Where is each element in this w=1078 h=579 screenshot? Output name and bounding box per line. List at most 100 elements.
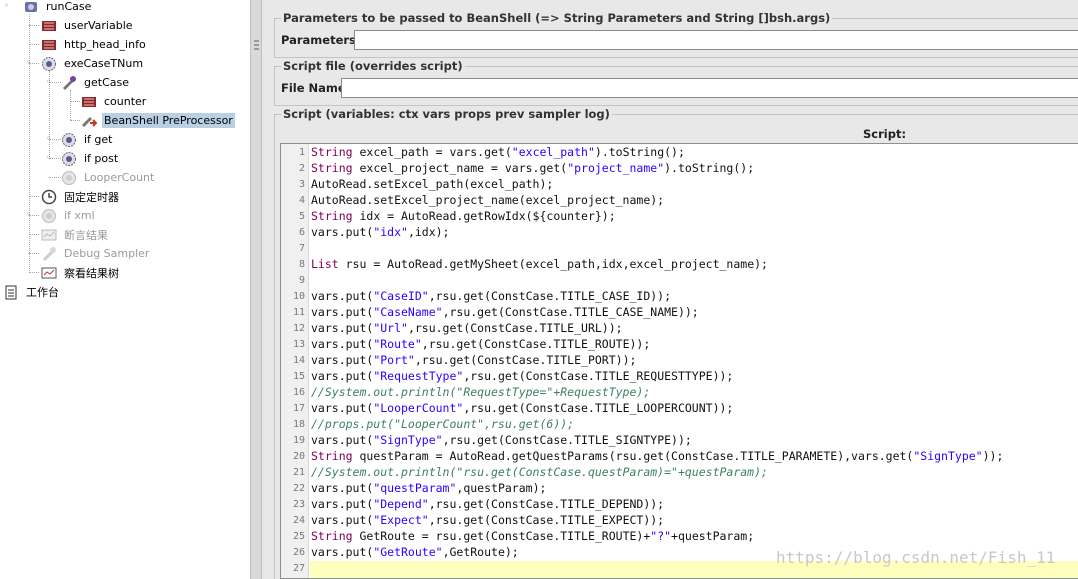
- if-controller-icon: [60, 131, 78, 149]
- line-number: 16: [292, 387, 305, 398]
- code-line[interactable]: vars.put("Route",rsu.get(ConstCase.TITLE…: [311, 337, 650, 351]
- parameters-label: Parameters:: [281, 33, 361, 47]
- collapse-toggle-getcase[interactable]: ◦: [46, 78, 54, 86]
- expand-toggle-if-post[interactable]: ◦: [46, 154, 54, 162]
- tree-node-view-results-tree[interactable]: 察看结果树: [40, 263, 121, 282]
- code-line[interactable]: //System.out.println("rsu.get(ConstCase.…: [311, 465, 768, 479]
- code-line[interactable]: vars.put("CaseID",rsu.get(ConstCase.TITL…: [311, 289, 671, 303]
- tree-node-label: if post: [84, 152, 119, 165]
- config-element-icon: [40, 36, 58, 54]
- tree-node-label: if get: [84, 133, 113, 146]
- line-number: 7: [298, 243, 305, 254]
- sampler-pipette-icon: [60, 74, 78, 92]
- code-line[interactable]: String questParam = AutoRead.getQuestPar…: [311, 449, 1003, 463]
- tree-node-label: counter: [104, 95, 147, 108]
- line-number: 13: [292, 339, 305, 350]
- code-line[interactable]: List rsu = AutoRead.getMySheet(excel_pat…: [311, 257, 768, 271]
- tree-node-http-head-info[interactable]: http_head_info: [40, 35, 148, 54]
- tree-node-if-xml[interactable]: if xml: [40, 206, 97, 225]
- config-element-icon: [80, 93, 98, 111]
- tree-node-beanshell-preprocessor[interactable]: BeanShell PreProcessor: [80, 111, 235, 130]
- tree-node-constant-timer[interactable]: 固定定时器: [40, 187, 121, 206]
- tree-node-label: http_head_info: [64, 38, 146, 51]
- code-line[interactable]: vars.put("Depend",rsu.get(ConstCase.TITL…: [311, 497, 664, 511]
- tree-node-runcase[interactable]: runCase: [22, 0, 93, 16]
- tree-node-counter[interactable]: counter: [80, 92, 148, 111]
- line-number: 4: [298, 195, 305, 206]
- code-line[interactable]: vars.put("GetRoute",GetRoute);: [311, 545, 519, 559]
- tree-node-assertion-results[interactable]: 断言结果: [40, 225, 110, 244]
- code-line[interactable]: vars.put("idx",idx);: [311, 225, 449, 239]
- workbench-clipboard-icon: [2, 283, 20, 301]
- config-element-icon: [40, 17, 58, 35]
- disabled-sampler-icon: [40, 245, 58, 263]
- line-number: 5: [298, 211, 305, 222]
- collapse-toggle-runcase[interactable]: ◦: [4, 2, 12, 10]
- tree-node-label: LooperCount: [84, 171, 155, 184]
- code-line[interactable]: vars.put("LooperCount",rsu.get(ConstCase…: [311, 401, 733, 415]
- tree-node-getcase[interactable]: getCase: [60, 73, 131, 92]
- code-line[interactable]: vars.put("SignType",rsu.get(ConstCase.TI…: [311, 433, 692, 447]
- line-number: 17: [292, 403, 305, 414]
- code-line[interactable]: String GetRoute = rsu.get(ConstCase.TITL…: [311, 529, 754, 543]
- watermark-text: https://blog.csdn.net/Fish_11: [776, 548, 1056, 567]
- code-line[interactable]: vars.put("CaseName",rsu.get(ConstCase.TI…: [311, 305, 699, 319]
- tree-node-label: exeCaseTNum: [64, 57, 144, 70]
- tree-node-uservariable[interactable]: userVariable: [40, 16, 135, 35]
- splitter-grip: [254, 44, 259, 46]
- beanshell-preprocessor-panel: Parameters to be passed to BeanShell (=>…: [262, 0, 1078, 579]
- file-name-label: File Name:: [281, 81, 351, 95]
- tree-node-label: getCase: [84, 76, 129, 89]
- code-line[interactable]: String idx = AutoRead.getRowIdx(${counte…: [311, 209, 616, 223]
- tree-node-if-get[interactable]: if get: [60, 130, 115, 149]
- expand-toggle-if-get[interactable]: ◦: [46, 135, 54, 143]
- group-title: Script (variables: ctx vars props prev s…: [281, 107, 612, 121]
- tree-node-label: runCase: [46, 0, 92, 13]
- line-number: 25: [292, 531, 305, 542]
- code-line[interactable]: vars.put("Port",rsu.get(ConstCase.TITLE_…: [311, 353, 636, 367]
- tree-node-execasetnum[interactable]: exeCaseTNum: [40, 54, 145, 73]
- code-line[interactable]: AutoRead.setExcel_project_name(excel_pro…: [311, 193, 664, 207]
- thread-group-icon: [22, 0, 40, 16]
- listener-chart-icon: [40, 226, 58, 244]
- line-number: 21: [292, 467, 305, 478]
- line-number: 12: [292, 323, 305, 334]
- code-line[interactable]: AutoRead.setExcel_path(excel_path);: [311, 177, 553, 191]
- tree-node-label: 察看结果树: [64, 266, 119, 280]
- tree-node-label: 工作台: [26, 285, 59, 299]
- tree-node-workbench[interactable]: 工作台: [2, 282, 61, 301]
- tree-node-if-post[interactable]: if post: [60, 149, 120, 168]
- line-number-gutter: 1 2 3 4 5 6 7 8 9 10 11 12 13 14 15 16 17 18 19 20 21 22 23 24 2…: [281, 144, 309, 578]
- collapse-toggle-execasetnum[interactable]: ◦: [26, 59, 34, 67]
- group-title: Script file (overrides script): [281, 59, 465, 73]
- timer-clock-icon: [40, 188, 58, 206]
- parameters-input[interactable]: [354, 30, 1078, 50]
- line-number: 23: [292, 499, 305, 510]
- line-number: 14: [292, 355, 305, 366]
- code-line[interactable]: vars.put("Expect",rsu.get(ConstCase.TITL…: [311, 513, 664, 527]
- line-number: 24: [292, 515, 305, 526]
- line-number: 18: [292, 419, 305, 430]
- code-line[interactable]: vars.put("RequestType",rsu.get(ConstCase…: [311, 369, 733, 383]
- line-number: 8: [298, 259, 305, 270]
- code-line[interactable]: vars.put("Url",rsu.get(ConstCase.TITLE_U…: [311, 321, 623, 335]
- line-number: 19: [292, 435, 305, 446]
- tree-node-debug-sampler[interactable]: Debug Sampler: [40, 244, 151, 263]
- code-line[interactable]: vars.put("questParam",questParam);: [311, 481, 546, 495]
- test-plan-tree[interactable]: ◦ ◦ ◦ ◦ ◦ ◦ runCase userVariable http_he…: [0, 0, 250, 579]
- code-line[interactable]: //props.put("LooperCount",rsu.get(6));: [311, 417, 574, 431]
- splitter-grip: [254, 40, 259, 42]
- file-name-input[interactable]: [341, 78, 1078, 98]
- pane-splitter[interactable]: [250, 0, 262, 579]
- line-number: 27: [292, 563, 305, 574]
- line-number: 3: [298, 179, 305, 190]
- expand-toggle-if-xml[interactable]: ◦: [26, 211, 34, 219]
- listener-chart-icon: [40, 264, 58, 282]
- code-line[interactable]: String excel_path = vars.get("excel_path…: [311, 145, 685, 159]
- tree-node-loopercount[interactable]: LooperCount: [60, 168, 156, 187]
- line-number: 10: [292, 291, 305, 302]
- code-line[interactable]: //System.out.println("RequestType="+Requ…: [311, 385, 650, 399]
- script-code-editor[interactable]: 1 2 3 4 5 6 7 8 9 10 11 12 13 14 15 16 17 18 19 20 21 22 23 24 2…: [280, 143, 1078, 579]
- code-line[interactable]: String excel_project_name = vars.get("pr…: [311, 161, 754, 175]
- loop-controller-icon: [40, 55, 58, 73]
